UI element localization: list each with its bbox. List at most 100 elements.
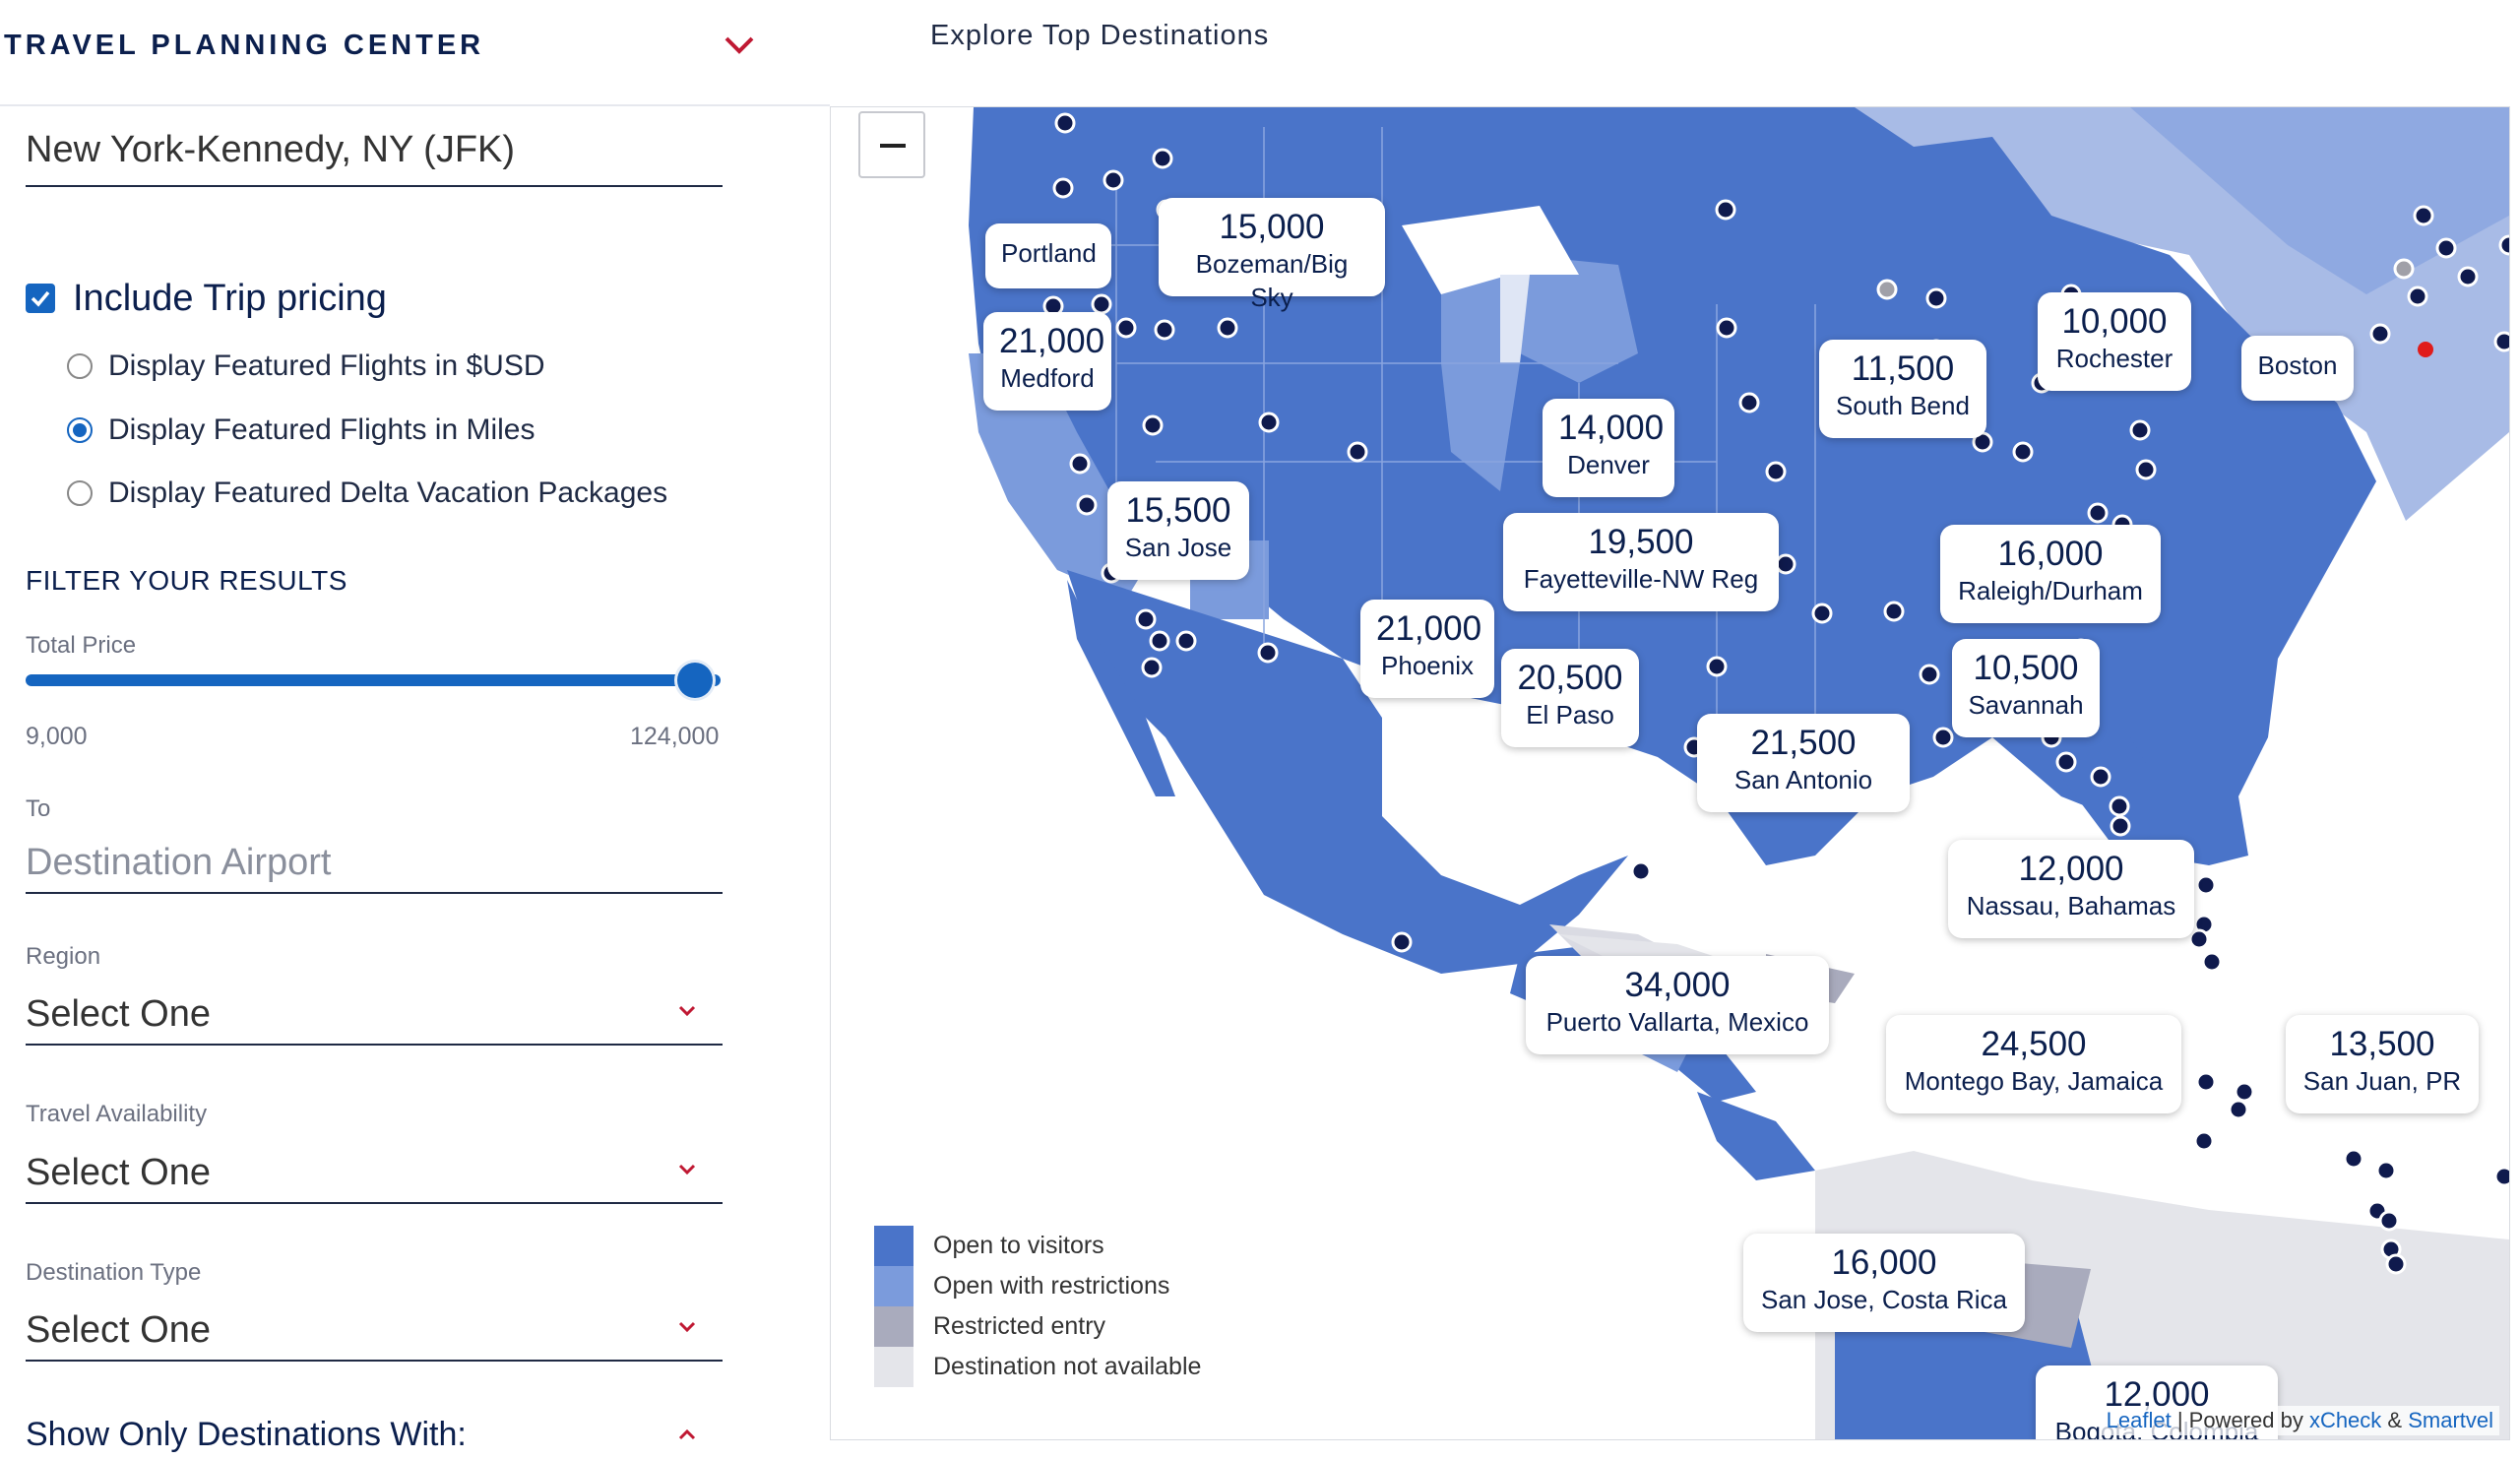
price-slider-thumb[interactable] bbox=[677, 663, 713, 698]
radio-miles[interactable]: Display Featured Flights in Miles bbox=[67, 409, 536, 452]
callout-boston[interactable]: Boston bbox=[2241, 336, 2354, 401]
callout-savannah[interactable]: 10,500 Savannah bbox=[1952, 639, 2100, 737]
to-label: To bbox=[26, 795, 51, 822]
region-label: Region bbox=[26, 943, 101, 970]
callout-san-jose-costa-rica[interactable]: 16,000 San Jose, Costa Rica bbox=[1743, 1234, 2025, 1332]
radio-usd[interactable]: Display Featured Flights in $USD bbox=[67, 345, 545, 388]
callout-montego-bay[interactable]: 24,500 Montego Bay, Jamaica bbox=[1886, 1015, 2181, 1113]
chevron-down-icon bbox=[678, 1005, 696, 1017]
destination-type-select[interactable]: Select One bbox=[26, 1301, 723, 1362]
include-trip-pricing-checkbox[interactable] bbox=[26, 284, 55, 313]
map-title: Explore Top Destinations bbox=[930, 20, 1270, 51]
callout-miles: 16,000 bbox=[1997, 535, 2104, 573]
chevron-down-icon bbox=[678, 1321, 696, 1333]
callout-city: Rochester bbox=[2055, 344, 2174, 373]
show-only-toggle[interactable]: Show Only Destinations With: bbox=[26, 1416, 696, 1454]
callout-fayetteville[interactable]: 19,500 Fayetteville-NW Reg bbox=[1503, 513, 1779, 611]
legend-swatch bbox=[874, 1226, 914, 1266]
panel-title: TRAVEL PLANNING CENTER bbox=[4, 30, 485, 61]
callout-miles: 21,000 bbox=[999, 322, 1105, 360]
callout-city: Montego Bay, Jamaica bbox=[1904, 1066, 2164, 1096]
callout-san-antonio[interactable]: 21,500 San Antonio bbox=[1697, 714, 1910, 812]
callout-city: San Antonio bbox=[1733, 765, 1873, 794]
callout-bozeman[interactable]: 15,000 Bozeman/Big Sky bbox=[1159, 198, 1385, 312]
legend-item: Open with restrictions bbox=[874, 1266, 1219, 1306]
radio-vacation[interactable]: Display Featured Delta Vacation Packages bbox=[67, 472, 667, 515]
callout-miles: 21,500 bbox=[1750, 724, 1857, 762]
region-select[interactable]: Select One bbox=[26, 984, 723, 1046]
callout-miles: 19,500 bbox=[1588, 523, 1694, 561]
callout-city: Fayetteville-NW Reg bbox=[1523, 564, 1759, 594]
chevron-down-icon[interactable] bbox=[723, 33, 756, 57]
callout-city: Medford bbox=[1000, 363, 1095, 393]
legend-label: Destination not available bbox=[933, 1353, 1202, 1380]
availability-select[interactable]: Select One bbox=[26, 1143, 723, 1204]
callout-city: Puerto Vallarta, Mexico bbox=[1545, 1007, 1809, 1037]
callout-raleigh-durham[interactable]: 16,000 Raleigh/Durham bbox=[1940, 525, 2161, 623]
availability-label: Travel Availability bbox=[26, 1101, 208, 1127]
price-max: 124,000 bbox=[630, 723, 720, 750]
leaflet-link[interactable]: Leaflet bbox=[2107, 1408, 2172, 1432]
legend-item: Open to visitors bbox=[874, 1226, 1219, 1266]
legend-label: Open with restrictions bbox=[933, 1272, 1170, 1300]
callout-miles: 14,000 bbox=[1558, 409, 1665, 447]
legend-swatch bbox=[874, 1347, 914, 1387]
checkmark-icon bbox=[31, 290, 50, 307]
callout-rochester[interactable]: 10,000 Rochester bbox=[2038, 292, 2191, 391]
smartvel-link[interactable]: Smartvel bbox=[2408, 1408, 2493, 1432]
legend-label: Open to visitors bbox=[933, 1232, 1104, 1259]
origin-value: New York-Kennedy, NY (JFK) bbox=[26, 129, 516, 170]
callout-miles: 15,000 bbox=[1219, 208, 1325, 246]
radio-vacation-button[interactable] bbox=[67, 480, 93, 506]
price-min: 9,000 bbox=[26, 723, 88, 750]
radio-usd-label: Display Featured Flights in $USD bbox=[108, 349, 545, 382]
origin-field[interactable]: New York-Kennedy, NY (JFK) bbox=[26, 120, 723, 187]
destinations-map[interactable]: Portland 15,000 Bozeman/Big Sky 21,000 M… bbox=[830, 106, 2510, 1440]
callout-denver[interactable]: 14,000 Denver bbox=[1543, 399, 1674, 497]
callout-city: San Jose, Costa Rica bbox=[1760, 1285, 2007, 1314]
destination-airport-input[interactable]: Destination Airport bbox=[26, 833, 723, 894]
chevron-down-icon bbox=[678, 1164, 696, 1175]
filter-heading: FILTER YOUR RESULTS bbox=[26, 565, 347, 596]
callout-south-bend[interactable]: 11,500 South Bend bbox=[1819, 340, 1986, 438]
radio-vacation-label: Display Featured Delta Vacation Packages bbox=[108, 476, 668, 509]
callout-city: Nassau, Bahamas bbox=[1966, 891, 2176, 920]
legend-item: Restricted entry bbox=[874, 1306, 1219, 1347]
callout-city: South Bend bbox=[1836, 391, 1970, 420]
xcheck-link[interactable]: xCheck bbox=[2309, 1408, 2381, 1432]
radio-miles-button[interactable] bbox=[67, 417, 93, 443]
legend-swatch bbox=[874, 1266, 914, 1306]
callout-phoenix[interactable]: 21,000 Phoenix bbox=[1360, 600, 1494, 698]
panel-header[interactable]: TRAVEL PLANNING CENTER bbox=[0, 0, 830, 106]
callout-miles: 13,500 bbox=[2329, 1025, 2435, 1063]
origin-marker bbox=[2418, 342, 2433, 357]
callout-city: Boston bbox=[2257, 350, 2338, 380]
attribution-separator: | Powered by bbox=[2171, 1408, 2309, 1432]
callout-city: San Juan, PR bbox=[2302, 1066, 2462, 1096]
radio-usd-button[interactable] bbox=[67, 353, 93, 379]
callout-city: Bozeman/Big Sky bbox=[1195, 249, 1349, 312]
legend-swatch bbox=[874, 1306, 914, 1347]
callout-san-juan[interactable]: 13,500 San Juan, PR bbox=[2286, 1015, 2479, 1113]
legend-item: Destination not available bbox=[874, 1347, 1219, 1387]
callout-puerto-vallarta[interactable]: 34,000 Puerto Vallarta, Mexico bbox=[1526, 956, 1829, 1054]
price-slider-track[interactable] bbox=[26, 674, 721, 686]
travel-planning-panel: TRAVEL PLANNING CENTER New York-Kennedy,… bbox=[0, 0, 830, 1460]
callout-miles: 10,500 bbox=[1973, 649, 2079, 687]
callout-el-paso[interactable]: 20,500 El Paso bbox=[1501, 649, 1639, 747]
callout-nassau[interactable]: 12,000 Nassau, Bahamas bbox=[1948, 840, 2194, 938]
callout-portland[interactable]: Portland bbox=[985, 223, 1111, 288]
callout-miles: 15,500 bbox=[1125, 491, 1231, 530]
legend-label: Restricted entry bbox=[933, 1312, 1106, 1340]
callout-city: Savannah bbox=[1968, 690, 2084, 720]
availability-value: Select One bbox=[26, 1152, 211, 1193]
callout-city: Phoenix bbox=[1381, 651, 1474, 680]
callout-san-jose[interactable]: 15,500 San Jose bbox=[1107, 481, 1249, 580]
destination-type-label: Destination Type bbox=[26, 1259, 202, 1286]
include-trip-pricing[interactable]: Include Trip pricing bbox=[26, 274, 387, 323]
zoom-out-button[interactable] bbox=[858, 111, 925, 178]
map-attribution: Leaflet | Powered by xCheck & Smartvel bbox=[2100, 1406, 2499, 1435]
callout-medford[interactable]: 21,000 Medford bbox=[983, 312, 1111, 411]
region-value: Select One bbox=[26, 993, 211, 1035]
callout-miles: 10,000 bbox=[2061, 302, 2168, 341]
